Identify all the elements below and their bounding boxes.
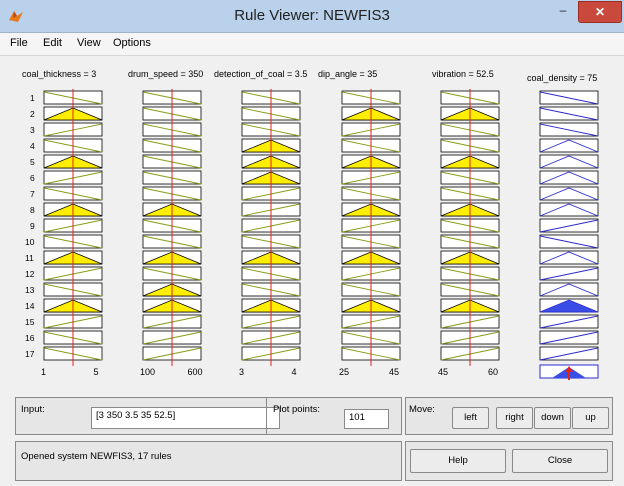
input-var-label: vibration = 52.5 [432, 69, 494, 79]
rule-number: 16 [25, 333, 35, 343]
move-label: Move: [409, 404, 435, 415]
axis-min-label: 100 [140, 367, 155, 377]
menu-file[interactable]: File [10, 37, 28, 49]
menu-bar: File Edit View Options [0, 33, 624, 56]
axis-min-label: 45 [438, 367, 448, 377]
output-var-label: coal_density = 75 [527, 73, 597, 83]
rule-number: 17 [25, 349, 35, 359]
rule-number: 4 [30, 141, 35, 151]
plot-points-field[interactable]: 101 [344, 409, 389, 429]
minimize-button[interactable]: – [553, 0, 573, 20]
input-var-label: drum_speed = 350 [128, 69, 203, 79]
axis-max-label: 4 [291, 367, 296, 377]
status-panel: Opened system NEWFIS3, 17 rules [15, 441, 402, 481]
rule-number: 8 [30, 205, 35, 215]
axis-max-label: 5 [93, 367, 98, 377]
rule-number: 13 [25, 285, 35, 295]
help-button[interactable]: Help [410, 449, 506, 473]
output-mf-box [539, 282, 599, 297]
output-mf-box [539, 154, 599, 169]
title-bar: Rule Viewer: NEWFIS3 – □ ✕ [0, 0, 624, 33]
input-var-label: dip_angle = 35 [318, 69, 377, 79]
move-left-button[interactable]: left [452, 407, 489, 429]
rule-number: 11 [25, 253, 34, 263]
move-up-button[interactable]: up [572, 407, 609, 429]
axis-max-label: 60 [488, 367, 498, 377]
menu-options[interactable]: Options [113, 37, 151, 49]
panel-divider [266, 398, 267, 434]
menu-view[interactable]: View [77, 37, 101, 49]
axis-min-label: 1 [41, 367, 46, 377]
rule-number: 15 [25, 317, 35, 327]
rule-number: 7 [30, 189, 35, 199]
input-panel: Input: [3 350 3.5 35 52.5] Plot points: … [15, 397, 402, 435]
move-right-button[interactable]: right [496, 407, 533, 429]
status-text: Opened system NEWFIS3, 17 rules [21, 451, 172, 462]
input-var-label: coal_thickness = 3 [22, 69, 96, 79]
input-var-label: detection_of_coal = 3.5 [214, 69, 307, 79]
axis-min-label: 25 [339, 367, 349, 377]
rule-number: 12 [25, 269, 35, 279]
rule-viewer-window: Rule Viewer: NEWFIS3 – □ ✕ File Edit Vie… [0, 0, 624, 486]
rule-number: 10 [25, 237, 35, 247]
menu-edit[interactable]: Edit [43, 37, 62, 49]
rule-number: 1 [30, 93, 35, 103]
rule-number: 3 [30, 125, 35, 135]
close-button[interactable]: Close [512, 449, 608, 473]
move-down-button[interactable]: down [534, 407, 571, 429]
input-label: Input: [21, 404, 45, 415]
axis-max-label: 45 [389, 367, 399, 377]
plot-points-label: Plot points: [273, 404, 320, 415]
rule-plot-area[interactable]: coal_thickness = 3 drum_speed = 350 detect… [0, 56, 624, 396]
output-mf-box [539, 202, 599, 217]
rule-number: 6 [30, 173, 35, 183]
move-panel: Move: left right down up [405, 397, 613, 435]
output-mf-box [539, 170, 599, 185]
close-window-button[interactable]: ✕ [578, 1, 622, 23]
output-mf-box [539, 138, 599, 153]
input-field[interactable]: [3 350 3.5 35 52.5] [91, 407, 280, 429]
output-mf-box [539, 250, 599, 265]
rule-number: 9 [30, 221, 35, 231]
action-panel: Help Close [405, 441, 613, 481]
output-mf-box [539, 186, 599, 201]
rule-number: 5 [30, 157, 35, 167]
rule-number: 2 [30, 109, 35, 119]
window-title: Rule Viewer: NEWFIS3 [234, 7, 390, 24]
rule-number: 14 [25, 301, 35, 311]
axis-min-label: 3 [239, 367, 244, 377]
axis-max-label: 600 [187, 367, 202, 377]
